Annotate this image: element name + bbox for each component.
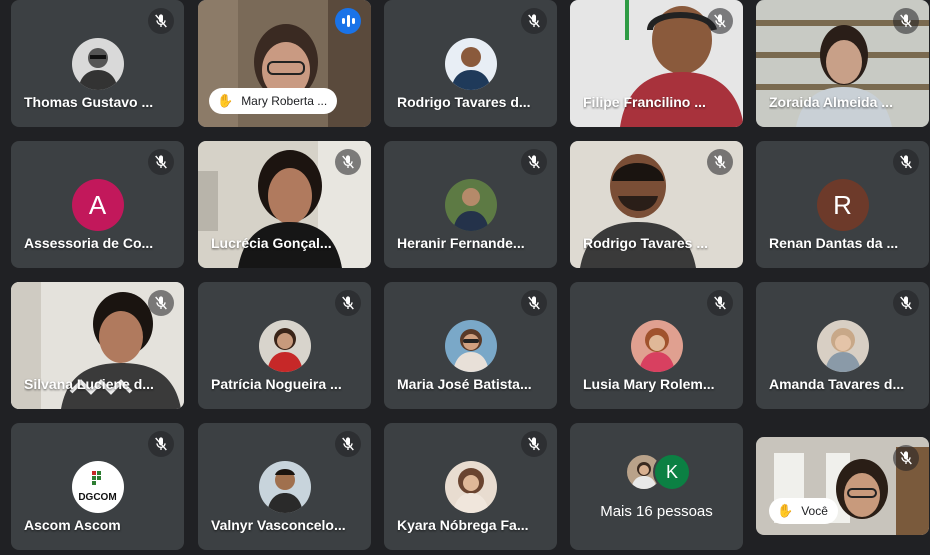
avatar: [444, 38, 497, 90]
mic-off-icon: [893, 149, 919, 175]
participant-tile[interactable]: Silvana Luciene d...: [11, 282, 184, 409]
participant-tile[interactable]: Kyara Nóbrega Fa...: [384, 423, 557, 550]
participant-tile[interactable]: Lusia Mary Rolem...: [570, 282, 743, 409]
avatar-initial: R: [816, 179, 869, 231]
mic-off-icon: [148, 149, 174, 175]
mic-off-icon: [148, 431, 174, 457]
dgcom-logo: [91, 471, 101, 485]
participant-name: Maria José Batista...: [397, 376, 532, 392]
avatar: [630, 320, 683, 372]
mic-off-icon: [521, 431, 547, 457]
avatar: [258, 320, 311, 372]
avatar: [444, 179, 497, 231]
mic-off-icon: [893, 290, 919, 316]
participant-name: Rodrigo Tavares d...: [397, 94, 531, 110]
participant-tile[interactable]: Patrícia Nogueira ...: [198, 282, 371, 409]
participant-name: Heranir Fernande...: [397, 235, 525, 251]
raised-hand-icon: ✋: [777, 503, 794, 518]
participant-tile[interactable]: Amanda Tavares d...: [756, 282, 929, 409]
mic-off-icon: [335, 149, 361, 175]
participant-tile[interactable]: Thomas Gustavo ...: [11, 0, 184, 127]
participant-name: Thomas Gustavo ...: [24, 94, 154, 110]
self-label-pill: ✋ Você: [769, 498, 838, 524]
mic-off-icon: [335, 431, 361, 457]
mic-off-icon: [335, 290, 361, 316]
participant-tile[interactable]: Heranir Fernande...: [384, 141, 557, 268]
participant-tile[interactable]: A Assessoria de Co...: [11, 141, 184, 268]
more-avatars: K: [625, 453, 695, 491]
participant-tile[interactable]: Filipe Francilino ...: [570, 0, 743, 127]
mic-off-icon: [893, 8, 919, 34]
avatar: [444, 461, 497, 513]
participant-tile[interactable]: R Renan Dantas da ...: [756, 141, 929, 268]
participant-name: Ascom Ascom: [24, 517, 121, 533]
mic-off-icon: [521, 8, 547, 34]
participant-tile[interactable]: Rodrigo Tavares d...: [384, 0, 557, 127]
mic-off-icon: [148, 290, 174, 316]
participant-tile[interactable]: Rodrigo Tavares ...: [570, 141, 743, 268]
participant-name: Amanda Tavares d...: [769, 376, 905, 392]
avatar: [258, 461, 311, 513]
self-view-tile[interactable]: ✋ Você: [756, 437, 929, 535]
participant-name: Silvana Luciene d...: [24, 376, 154, 392]
participant-name: Renan Dantas da ...: [769, 235, 899, 251]
self-label: Você: [801, 504, 828, 518]
mic-off-icon: [707, 8, 733, 34]
participant-name: Rodrigo Tavares ...: [583, 235, 708, 251]
participant-name: Kyara Nóbrega Fa...: [397, 517, 529, 533]
participant-tile[interactable]: ✋ Mary Roberta ...: [198, 0, 371, 127]
avatar-initial: K: [653, 453, 691, 491]
logo-text: DGCOM: [78, 492, 117, 503]
participant-name: Lucrécia Gonçal...: [211, 235, 332, 251]
participant-tile[interactable]: Valnyr Vasconcelo...: [198, 423, 371, 550]
avatar: [71, 38, 124, 90]
raised-hand-badge: ✋ Mary Roberta ...: [209, 88, 338, 114]
participant-name: Zoraida Almeida ...: [769, 94, 893, 110]
mic-off-icon: [707, 149, 733, 175]
participant-name: Patrícia Nogueira ...: [211, 376, 342, 392]
avatar: [444, 320, 497, 372]
more-participants-tile[interactable]: K Mais 16 pessoas: [570, 423, 743, 550]
mic-off-icon: [707, 290, 733, 316]
participant-tile[interactable]: Lucrécia Gonçal...: [198, 141, 371, 268]
mic-off-icon: [148, 8, 174, 34]
mic-off-icon: [893, 445, 919, 471]
raised-hand-icon: ✋: [217, 93, 234, 108]
participant-tile[interactable]: DGCOM Ascom Ascom: [11, 423, 184, 550]
participant-name: Assessoria de Co...: [24, 235, 154, 251]
mic-off-icon: [521, 290, 547, 316]
participant-tile[interactable]: Maria José Batista...: [384, 282, 557, 409]
avatar: DGCOM: [71, 461, 124, 513]
participant-name: Valnyr Vasconcelo...: [211, 517, 346, 533]
participant-tile[interactable]: Zoraida Almeida ...: [756, 0, 929, 127]
participant-name: Filipe Francilino ...: [583, 94, 706, 110]
participant-name: Lusia Mary Rolem...: [583, 376, 715, 392]
avatar-initial: A: [71, 179, 124, 231]
avatar: [816, 320, 869, 372]
mic-off-icon: [521, 149, 547, 175]
speaking-indicator-icon: [335, 8, 361, 34]
participant-name: Mary Roberta ...: [241, 94, 328, 108]
more-participants-label: Mais 16 pessoas: [600, 503, 713, 520]
